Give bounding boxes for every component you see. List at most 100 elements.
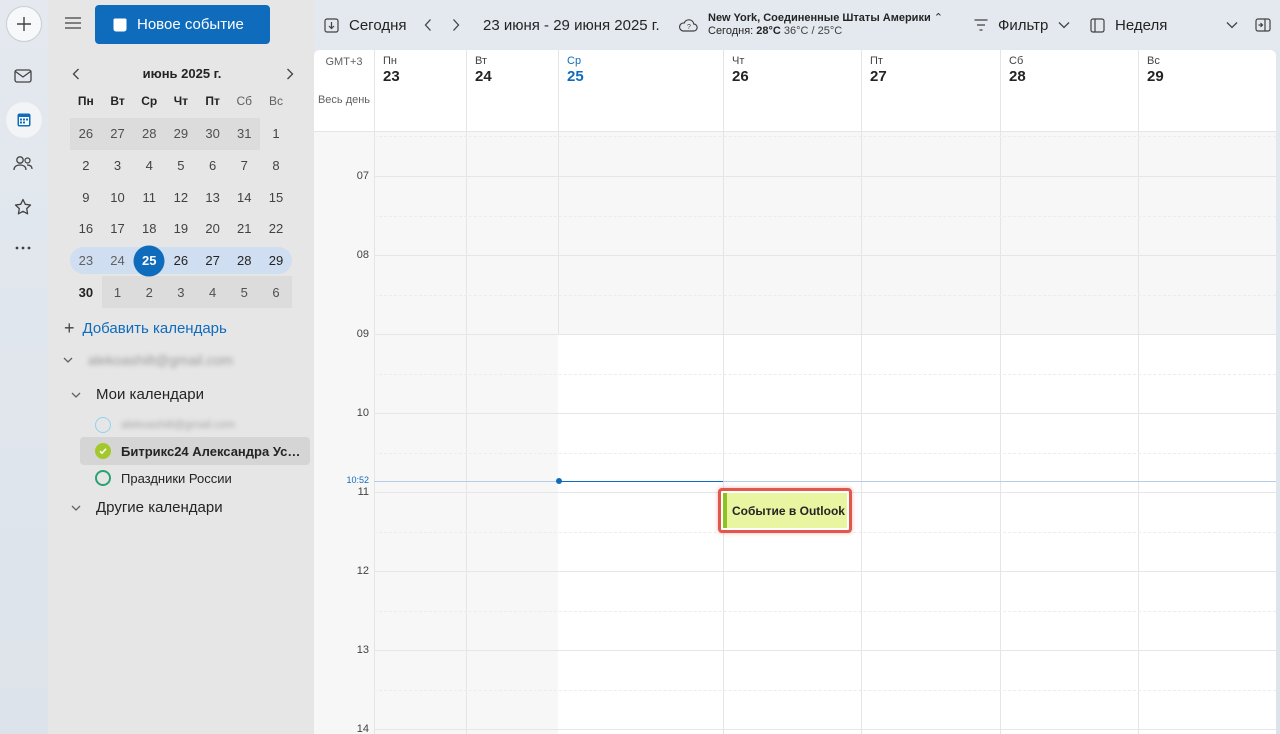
my-calendars-group[interactable]: Мои календари [70, 386, 204, 403]
other-calendars-label: Другие календари [96, 499, 223, 516]
view-options-dropdown[interactable] [1226, 0, 1238, 50]
day-header[interactable]: Сб 28 [1000, 50, 1138, 132]
mini-calendar-week: 30 1 2 3 4 5 6 [70, 276, 292, 309]
mini-calendar-day[interactable]: 2 [70, 150, 102, 182]
rail-mail-button[interactable] [0, 58, 46, 94]
calendar-color-circle-icon[interactable] [95, 470, 111, 486]
mini-calendar-day[interactable]: 15 [260, 181, 292, 213]
menu-toggle-button[interactable] [62, 12, 84, 34]
mini-calendar-day[interactable]: 29 [165, 118, 197, 150]
current-time-label: 10:52 [346, 475, 369, 485]
new-event-button[interactable]: Новое событие [95, 5, 270, 44]
hour-label: 09 [356, 328, 369, 340]
calendar-checked-icon[interactable] [95, 443, 111, 459]
rail-favorites-button[interactable] [0, 189, 46, 225]
mini-calendar-day[interactable]: 16 [70, 213, 102, 245]
mini-calendar-day[interactable]: 9 [70, 181, 102, 213]
day-header-today[interactable]: Ср 25 [558, 50, 723, 132]
day-header[interactable]: Чт 26 [723, 50, 861, 132]
mini-calendar-day[interactable]: 30 [70, 276, 102, 308]
filter-button[interactable]: Фильтр [974, 0, 1070, 50]
mini-calendar-week: 16 17 18 19 20 21 22 [70, 213, 292, 245]
previous-week-button[interactable] [424, 0, 432, 50]
mini-calendar-day[interactable]: 1 [260, 118, 292, 150]
weather-widget[interactable]: ? New York, Соединенные Штаты Америки ⌃ … [678, 0, 943, 50]
mini-calendar-day[interactable]: 6 [197, 150, 229, 182]
calendar-item-label: Праздники России [121, 470, 232, 486]
mini-calendar-day[interactable]: 4 [133, 150, 165, 182]
add-calendar-link[interactable]: + Добавить календарь [64, 318, 227, 339]
mini-calendar-day[interactable]: 2 [133, 276, 166, 309]
day-header-weekday: Ср [567, 55, 582, 67]
mini-calendar-day[interactable]: 5 [228, 276, 261, 309]
mini-calendar-day[interactable]: 22 [260, 213, 292, 245]
mini-calendar-day[interactable]: 31 [228, 118, 261, 150]
mini-calendar-day[interactable]: 30 [196, 118, 229, 150]
mini-calendar-day[interactable]: 1 [101, 276, 134, 309]
mini-calendar-day[interactable]: 27 [101, 118, 134, 150]
new-item-button[interactable] [6, 6, 42, 42]
next-week-button[interactable] [452, 0, 460, 50]
timezone-label[interactable]: GMT+3 [314, 56, 374, 68]
current-time-dot [556, 478, 562, 484]
time-grid: 07 08 09 10 11 12 13 14 10:52 Событие в … [314, 132, 1276, 734]
mini-calendar-day[interactable]: 21 [228, 213, 260, 245]
more-icon [15, 246, 31, 250]
rail-more-button[interactable] [0, 230, 46, 266]
calendar-item[interactable]: Праздники России [80, 464, 310, 492]
mini-calendar-day[interactable]: 5 [165, 150, 197, 182]
mini-calendar-day[interactable]: 27 [197, 245, 229, 277]
weekday-label: Вс [268, 94, 283, 108]
mini-calendar-day[interactable]: 10 [102, 181, 134, 213]
view-switcher-button[interactable]: Неделя [1090, 0, 1167, 50]
mini-calendar-day[interactable]: 19 [165, 213, 197, 245]
mini-calendar-day[interactable]: 12 [165, 181, 197, 213]
day-column[interactable] [374, 132, 466, 734]
mini-calendar-day[interactable]: 6 [260, 276, 292, 309]
weekday-label: Пт [205, 94, 220, 108]
mini-calendar-day[interactable]: 4 [196, 276, 229, 309]
split-pane-button[interactable] [1255, 0, 1271, 50]
date-range-label[interactable]: 23 июня - 29 июня 2025 г. [483, 0, 660, 50]
mini-calendar-day[interactable]: 18 [133, 213, 165, 245]
mini-calendar-day[interactable]: 29 [260, 245, 292, 277]
calendar-color-circle-icon[interactable] [95, 417, 111, 433]
mini-calendar-today[interactable]: 25 [133, 245, 165, 277]
today-button[interactable]: Сегодня [324, 0, 407, 50]
mini-calendar-day[interactable]: 26 [165, 245, 197, 277]
day-header[interactable]: Вс 29 [1138, 50, 1276, 132]
week-view: GMT+3 Весь день Пн 23 Вт 24 Ср 25 Чт 26 … [314, 50, 1276, 734]
day-header[interactable]: Пт 27 [861, 50, 1000, 132]
mini-calendar-day[interactable]: 11 [133, 181, 165, 213]
account-group[interactable]: alekoashi8@gmail.com [62, 352, 233, 368]
mini-calendar-day[interactable]: 23 [70, 245, 102, 277]
rail-people-button[interactable] [0, 145, 46, 181]
mini-calendar-day[interactable]: 13 [197, 181, 229, 213]
mini-calendar-day[interactable]: 7 [228, 150, 260, 182]
mini-calendar-next-button[interactable] [280, 64, 300, 84]
day-header-date: 28 [1009, 68, 1026, 85]
mini-calendar-day[interactable]: 14 [228, 181, 260, 213]
day-header[interactable]: Вт 24 [466, 50, 558, 132]
day-header-weekday: Пт [870, 55, 883, 67]
mini-calendar-day[interactable]: 3 [165, 276, 197, 309]
calendar-event[interactable]: Событие в Outlook [718, 488, 852, 533]
weekday-label: Ср [141, 94, 158, 108]
mini-calendar-week: 9 10 11 12 13 14 15 [70, 181, 292, 213]
mini-calendar-day[interactable]: 3 [102, 150, 134, 182]
mini-calendar-day[interactable]: 28 [133, 118, 166, 150]
other-calendars-group[interactable]: Другие календари [70, 499, 223, 516]
day-column[interactable] [466, 132, 558, 734]
mini-calendar-title[interactable]: июнь 2025 г. [60, 66, 304, 81]
mini-calendar-day[interactable]: 28 [228, 245, 260, 277]
calendar-item[interactable]: alekoashi8@gmail.com [80, 411, 310, 439]
day-header[interactable]: Пн 23 [374, 50, 466, 132]
mail-icon [14, 69, 32, 83]
mini-calendar-day[interactable]: 17 [102, 213, 134, 245]
mini-calendar-day[interactable]: 26 [70, 118, 102, 150]
rail-calendar-button[interactable] [6, 102, 42, 138]
calendar-item[interactable]: Битрикс24 Александра Усын... [80, 437, 310, 465]
mini-calendar-day[interactable]: 24 [102, 245, 134, 277]
mini-calendar-day[interactable]: 20 [197, 213, 229, 245]
mini-calendar-day[interactable]: 8 [260, 150, 292, 182]
